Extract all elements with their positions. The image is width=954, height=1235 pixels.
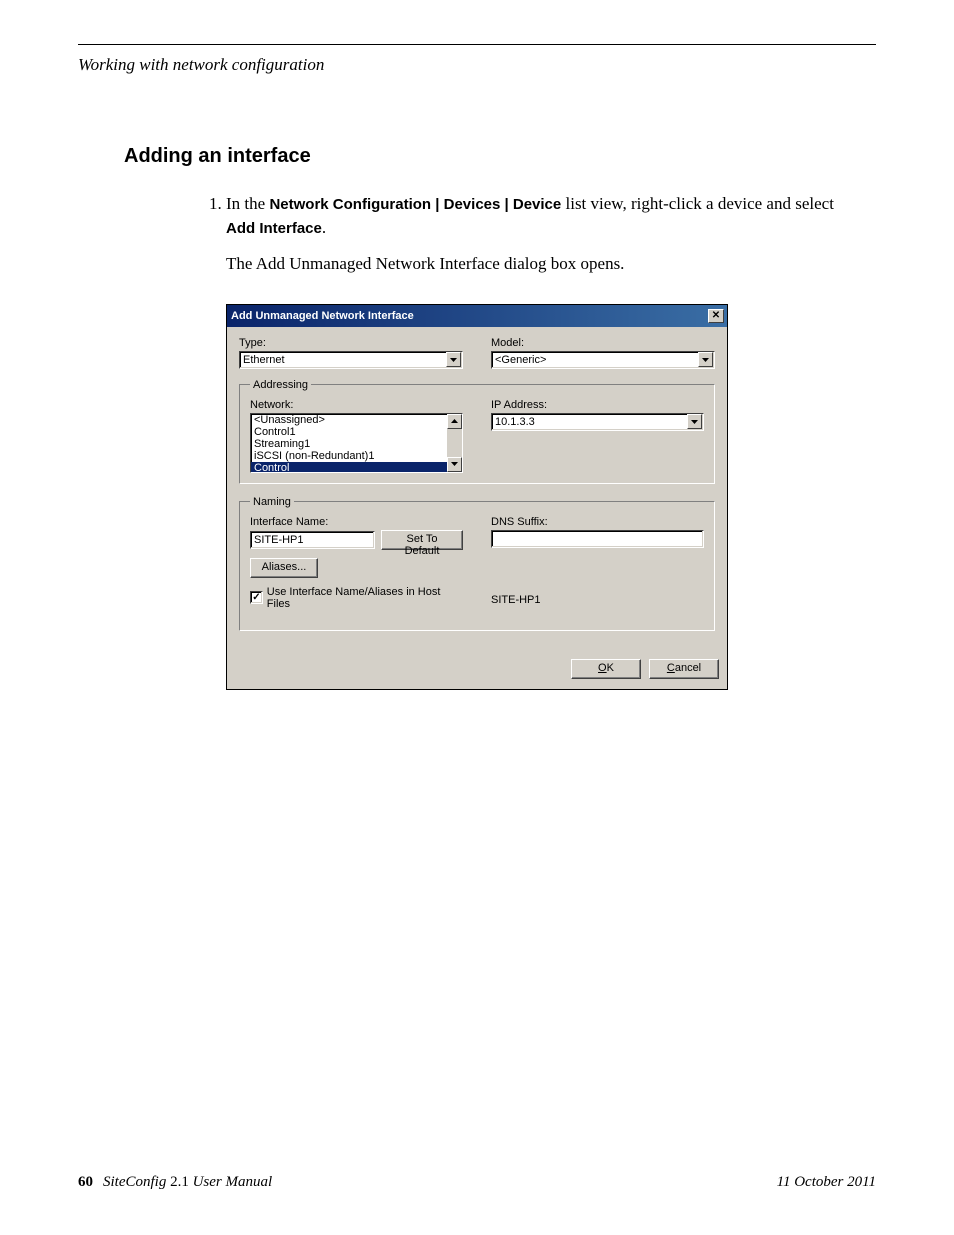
dialog-title: Add Unmanaged Network Interface <box>231 310 414 322</box>
network-option[interactable]: iSCSI (non-Redundant)1 <box>251 450 447 462</box>
naming-group: Naming Interface Name: SITE-HP1 Set To D… <box>239 496 715 631</box>
chevron-down-icon[interactable] <box>687 414 702 429</box>
network-listbox[interactable]: <Unassigned>Control1Streaming1iSCSI (non… <box>250 413 463 473</box>
network-option[interactable]: <Unassigned> <box>251 414 447 426</box>
interface-name-field[interactable]: SITE-HP1 <box>250 531 375 549</box>
running-head: Working with network configuration <box>78 55 876 75</box>
type-label: Type: <box>239 337 463 349</box>
network-option[interactable]: Streaming1 <box>251 438 447 450</box>
step-text: . <box>322 218 326 237</box>
ip-address-combobox[interactable]: 10.1.3.3 <box>491 413 704 431</box>
dns-suffix-field[interactable] <box>491 530 704 548</box>
interface-name-label: Interface Name: <box>250 516 463 528</box>
addressing-group: Addressing Network: <Unassigned>Control1… <box>239 379 715 484</box>
page-footer: 60 SiteConfig 2.1 User Manual 11 October… <box>78 1174 876 1191</box>
menu-item-add-interface: Add Interface <box>226 220 322 237</box>
dns-suffix-label: DNS Suffix: <box>491 516 704 528</box>
ip-address-value: 10.1.3.3 <box>495 416 535 428</box>
page-number: 60 <box>78 1174 93 1191</box>
product-name: SiteConfig <box>103 1174 166 1190</box>
step-1: In the Network Configuration | Devices |… <box>226 192 846 240</box>
network-option[interactable]: Control <box>251 462 447 472</box>
manual-title: User Manual <box>193 1174 273 1190</box>
model-combobox[interactable]: <Generic> <box>491 351 715 369</box>
footer-date: 11 October 2011 <box>777 1174 876 1191</box>
chevron-down-icon[interactable] <box>446 352 461 367</box>
model-value: <Generic> <box>495 354 546 366</box>
type-value: Ethernet <box>243 354 285 366</box>
use-host-files-label: Use Interface Name/Aliases in Host Files <box>267 586 463 610</box>
model-label: Model: <box>491 337 715 349</box>
scroll-down-icon[interactable] <box>447 457 462 472</box>
type-combobox[interactable]: Ethernet <box>239 351 463 369</box>
dialog-titlebar: Add Unmanaged Network Interface ✕ <box>227 305 727 327</box>
chevron-down-icon[interactable] <box>698 352 713 367</box>
close-icon[interactable]: ✕ <box>708 309 724 323</box>
use-host-files-checkbox[interactable]: ✓ <box>250 591 263 604</box>
scrollbar[interactable] <box>447 414 462 472</box>
section-heading: Adding an interface <box>124 145 876 168</box>
resolved-name: SITE-HP1 <box>491 594 704 606</box>
ok-button[interactable]: OK <box>571 659 641 679</box>
set-to-default-button[interactable]: Set To Default <box>381 530 463 550</box>
aliases-button[interactable]: Aliases... <box>250 558 318 578</box>
scroll-up-icon[interactable] <box>447 414 462 429</box>
step-text: In the <box>226 194 269 213</box>
ui-path: Network Configuration | Devices | Device <box>269 196 561 213</box>
addressing-legend: Addressing <box>250 379 311 391</box>
step-result: The Add Unmanaged Network Interface dial… <box>226 254 876 274</box>
network-label: Network: <box>250 399 463 411</box>
cancel-button[interactable]: Cancel <box>649 659 719 679</box>
interface-name-value: SITE-HP1 <box>254 534 304 546</box>
step-text: list view, right-click a device and sele… <box>561 194 834 213</box>
ip-address-label: IP Address: <box>491 399 704 411</box>
naming-legend: Naming <box>250 496 294 508</box>
network-option[interactable]: Control1 <box>251 426 447 438</box>
product-version: 2.1 <box>166 1174 192 1190</box>
add-interface-dialog: Add Unmanaged Network Interface ✕ Type: … <box>226 304 728 690</box>
